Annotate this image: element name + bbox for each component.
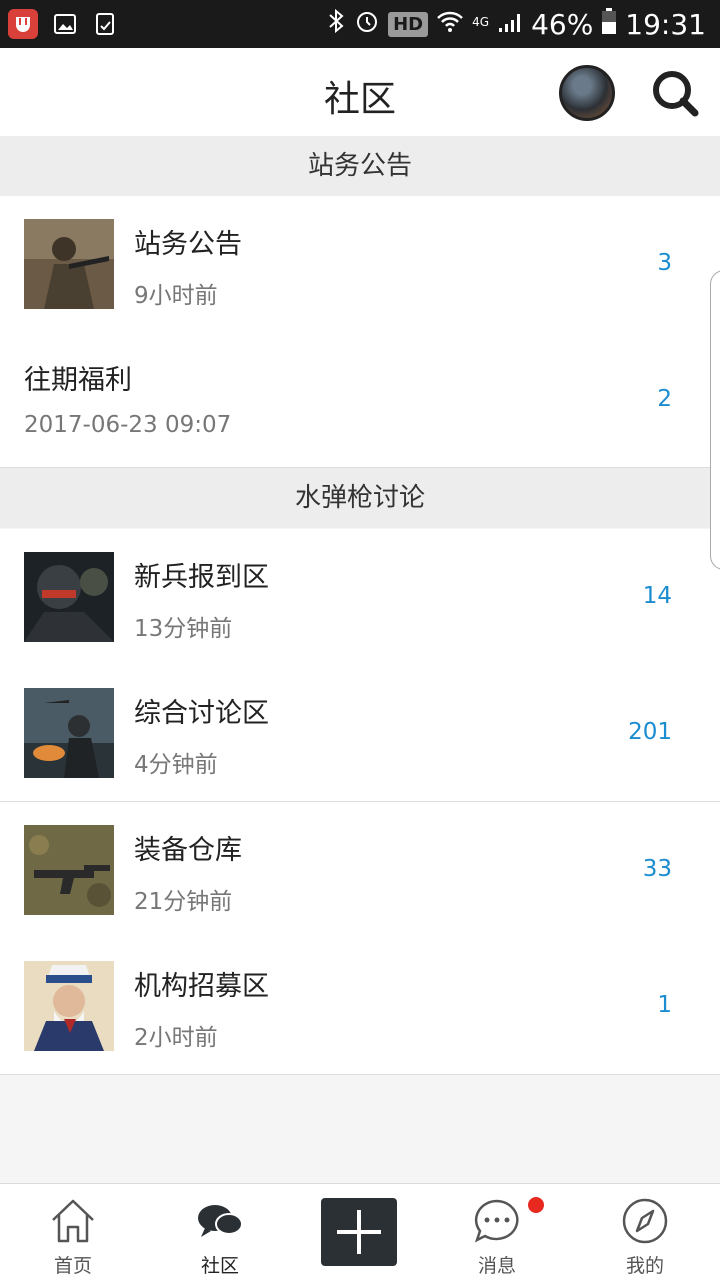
nav-label: 消息: [477, 1255, 516, 1277]
list-item[interactable]: 综合讨论区 4分钟前 201: [0, 665, 720, 801]
post-count: 2: [657, 386, 672, 412]
clock-time: 19:31: [625, 7, 706, 41]
forum-time: 4分钟前: [134, 752, 218, 778]
forum-time: 9小时前: [134, 283, 218, 309]
battery-icon: [601, 7, 617, 42]
forum-title: 站务公告: [134, 229, 242, 260]
forum-title: 往期福利: [24, 365, 132, 396]
nav-label: 我的: [625, 1255, 664, 1277]
section-header-announcements: 站务公告: [0, 136, 720, 196]
notification-badge: [528, 1197, 544, 1213]
avatar[interactable]: [559, 65, 615, 121]
network-type: 4G: [472, 14, 490, 29]
community-chat-icon: [198, 1205, 243, 1237]
compass-icon: [622, 1198, 668, 1244]
title-bar: 社区: [0, 48, 720, 136]
list-item[interactable]: 新兵报到区 13分钟前 14: [0, 529, 720, 665]
list-item[interactable]: 往期福利 2017-06-23 09:07 2: [0, 332, 720, 468]
add-post-button[interactable]: [321, 1198, 397, 1266]
bluetooth-icon: [326, 8, 346, 41]
forum-thumbnail: [24, 688, 114, 778]
search-button[interactable]: [648, 66, 702, 120]
alarm-icon: [354, 8, 380, 41]
plus-icon: [337, 1210, 381, 1254]
side-edge-handle[interactable]: [710, 270, 720, 570]
battery-percent: 46%: [531, 7, 594, 41]
signal-icon: [497, 8, 523, 41]
forum-time: 2小时前: [134, 1025, 218, 1051]
message-icon: [474, 1199, 519, 1243]
post-count: 1: [657, 992, 672, 1018]
nav-item-home[interactable]: 首页: [23, 1184, 123, 1280]
hd-badge: HD: [388, 11, 429, 37]
search-icon: [653, 71, 699, 117]
forum-thumbnail: [24, 219, 114, 309]
forum-thumbnail: [24, 825, 114, 915]
forum-time: 2017-06-23 09:07: [24, 412, 232, 438]
nav-item-community[interactable]: 社区: [170, 1184, 270, 1280]
bottom-nav: 首页 社区 消息 我的: [0, 1183, 720, 1280]
nav-label: 社区: [200, 1255, 239, 1277]
nav-item-profile[interactable]: 我的: [595, 1184, 695, 1280]
list-item[interactable]: 装备仓库 21分钟前 33: [0, 802, 720, 938]
forum-title: 机构招募区: [134, 971, 269, 1002]
home-icon: [52, 1199, 94, 1243]
section-header-discussion: 水弹枪讨论: [0, 468, 720, 528]
forum-thumbnail: [24, 961, 114, 1051]
forum-title: 新兵报到区: [134, 562, 269, 593]
wifi-icon: [436, 8, 464, 41]
forum-title: 装备仓库: [134, 835, 242, 866]
forum-time: 13分钟前: [134, 616, 233, 642]
status-bar: HD 4G 46% 19:31: [0, 0, 720, 48]
gallery-icon: [52, 11, 78, 37]
clipboard-check-icon: [92, 11, 118, 37]
nav-label: 首页: [53, 1255, 92, 1277]
divider: [0, 1074, 720, 1075]
post-count: 201: [628, 719, 672, 745]
app-notification-icon: [8, 9, 38, 39]
post-count: 14: [642, 583, 672, 609]
forum-title: 综合讨论区: [134, 698, 269, 729]
forum-time: 21分钟前: [134, 889, 233, 915]
list-item[interactable]: 机构招募区 2小时前 1: [0, 938, 720, 1074]
list-item[interactable]: 站务公告 9小时前 3: [0, 196, 720, 332]
post-count: 33: [642, 856, 672, 882]
post-count: 3: [657, 250, 672, 276]
forum-thumbnail: [24, 552, 114, 642]
